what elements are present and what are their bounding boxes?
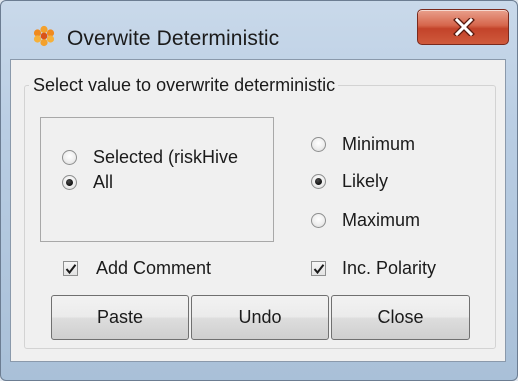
checkmark-icon [65,264,77,275]
maximum-radio[interactable] [311,213,326,228]
scope-option-box: Selected (riskHive All [40,117,274,242]
orange-flower-icon [33,25,55,47]
paste-button[interactable]: Paste [51,295,189,340]
all-radio[interactable] [62,175,77,190]
window-title: Overwite Deterministic [67,27,280,50]
title-bar[interactable]: Overwite Deterministic [1,1,517,59]
undo-button[interactable]: Undo [191,295,329,340]
close-x-icon [453,18,475,36]
checkmark-icon [313,264,325,275]
inc-polarity-label[interactable]: Inc. Polarity [342,257,436,279]
likely-radio-label[interactable]: Likely [342,170,388,192]
selected-radio[interactable] [62,150,77,165]
add-comment-label[interactable]: Add Comment [96,257,211,279]
group-legend: Select value to overwrite deterministic [29,73,339,97]
all-radio-label[interactable]: All [93,171,113,193]
add-comment-checkbox[interactable] [63,261,78,276]
window-bottom-frame [11,362,507,372]
dialog-window: Overwite Deterministic Select value to o… [0,0,518,381]
close-window-button[interactable] [417,9,509,45]
close-button[interactable]: Close [331,295,470,340]
maximum-radio-label[interactable]: Maximum [342,209,420,231]
minimum-radio-label[interactable]: Minimum [342,133,415,155]
likely-radio[interactable] [311,174,326,189]
selected-radio-label[interactable]: Selected (riskHive [93,146,238,168]
minimum-radio[interactable] [311,137,326,152]
inc-polarity-checkbox[interactable] [311,261,326,276]
